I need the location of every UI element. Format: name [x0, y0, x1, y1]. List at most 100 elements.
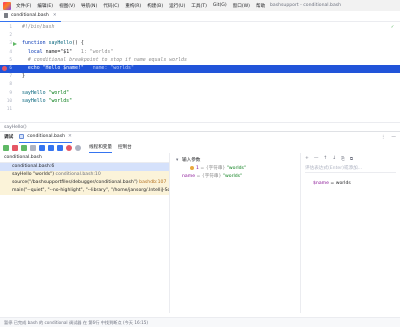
- pause-icon[interactable]: [30, 144, 36, 151]
- code-token: }: [22, 73, 25, 80]
- watch-row[interactable]: $name = worlds: [313, 181, 400, 186]
- inline-value-hint: 1: "worlds": [80, 48, 114, 55]
- main-menu: 文件(F) 编辑(E) 视图(V) 导航(N) 代码(C) 重构(R) 构建(B) 运行(U)…: [16, 3, 265, 9]
- code-editor[interactable]: ✓ 1 #!/bin/bash 2 3 function sayHello() {4 l…: [0, 22, 400, 122]
- menu-item-1[interactable]: 编辑(E): [37, 3, 53, 9]
- breadcrumb[interactable]: sayHello(): [0, 122, 400, 131]
- variable-value: "worlds": [222, 174, 243, 179]
- close-session-icon[interactable]: ✕: [68, 134, 72, 139]
- watches-tool-1[interactable]: —: [314, 156, 319, 162]
- view-breakpoints-icon[interactable]: [66, 144, 72, 151]
- code-text: function sayHello() {: [22, 40, 84, 48]
- menu-item-10[interactable]: 窗口(W): [233, 3, 250, 9]
- debug-session-tab[interactable]: conditional.bash ✕: [19, 132, 72, 143]
- watches-tool-2[interactable]: ↑: [323, 156, 327, 162]
- line-number[interactable]: 10: [0, 98, 12, 106]
- variable-value: "worlds": [226, 166, 247, 171]
- close-tab-icon[interactable]: ✕: [53, 13, 57, 18]
- tab-console[interactable]: 控制台: [118, 142, 132, 153]
- variable-icon: [190, 165, 194, 170]
- code-line: 10 sayHello "worlds": [0, 98, 400, 106]
- editor-tab-bar: conditional.bash ✕: [0, 11, 400, 22]
- editor-tab[interactable]: conditional.bash ✕: [0, 11, 61, 22]
- stack-frame[interactable]: sayHello "worlds") conditional.bash:10: [0, 171, 169, 179]
- code-text: }: [22, 73, 25, 81]
- variable-row[interactable]: ▾ 输入参数: [170, 157, 300, 165]
- line-number[interactable]: 4: [0, 49, 12, 57]
- code-line: 6 echo "Hello $name!" name: "worlds": [0, 65, 400, 73]
- line-number[interactable]: 1: [0, 24, 12, 32]
- menu-item-5[interactable]: 重构(R): [125, 3, 141, 9]
- line-number[interactable]: 2: [0, 32, 12, 40]
- frame-location: conditional.bash:10: [54, 172, 101, 177]
- thread-selector[interactable]: conditional.bash: [0, 153, 169, 163]
- line-number[interactable]: 11: [0, 106, 12, 114]
- frame-name: conditional.bash:6: [12, 164, 55, 169]
- code-line: 9 sayHello "world": [0, 90, 400, 98]
- code-text: local name="$1" 1: "worlds": [22, 49, 113, 57]
- line-number[interactable]: 8: [0, 81, 12, 89]
- watches-tool-4[interactable]: ⎘: [341, 156, 345, 162]
- rerun-icon[interactable]: [3, 144, 9, 151]
- variable-row[interactable]: 1 = {字符串} "worlds": [170, 165, 300, 173]
- mute-breakpoints-icon[interactable]: [75, 144, 81, 151]
- resume-icon[interactable]: [21, 144, 27, 151]
- bash-file-icon: [4, 13, 8, 18]
- watches-tool-0[interactable]: +: [305, 156, 309, 162]
- title-bar: 文件(F) 编辑(E) 视图(V) 导航(N) 代码(C) 重构(R) 构建(B) 运行(U)…: [0, 0, 400, 11]
- line-number[interactable]: 3: [0, 40, 12, 48]
- code-text: sayHello "world": [22, 90, 69, 98]
- watch-value: = worlds: [328, 181, 351, 186]
- debug-tool-window-header: 调试 conditional.bash ✕ ⋮ —: [0, 131, 400, 143]
- step-out-icon[interactable]: [57, 144, 63, 151]
- line-number[interactable]: 5: [0, 57, 12, 65]
- menu-item-6[interactable]: 构建(B): [147, 3, 163, 9]
- debug-session-label: conditional.bash: [27, 134, 66, 139]
- menu-item-11[interactable]: 帮助: [256, 3, 265, 9]
- step-over-icon[interactable]: [39, 144, 45, 151]
- variable-list: ▾ 输入参数 1 = {字符串} "worlds" name = {字符串} "wor…: [170, 153, 300, 181]
- inline-value-hint: name: "worlds": [92, 65, 134, 71]
- code-line: 8: [0, 81, 400, 89]
- menu-item-3[interactable]: 导航(N): [81, 3, 97, 9]
- code-token: name="$1": [45, 48, 73, 55]
- editor-tab-label: conditional.bash: [11, 13, 49, 18]
- stack-frame[interactable]: main("--quiet", "--no-highlight", "--lib…: [0, 187, 169, 195]
- run-gutter-icon[interactable]: [13, 41, 17, 46]
- watches-toolbar: + — ↑ ↓ ⎘ ⧉: [301, 153, 400, 165]
- step-into-icon[interactable]: [48, 144, 54, 151]
- code-line: 4 local name="$1" 1: "worlds": [0, 49, 400, 57]
- frame-name: main("--quiet", "--no-highlight", "--lib…: [12, 188, 169, 193]
- menu-item-7[interactable]: 运行(U): [169, 3, 185, 9]
- menu-item-0[interactable]: 文件(F): [16, 3, 31, 9]
- function-name: sayHello: [48, 40, 73, 47]
- menu-item-8[interactable]: 工具(T): [191, 3, 207, 9]
- stack-frame[interactable]: source("/bashsupportfiles/debugger/condi…: [0, 179, 169, 187]
- tab-threads-variables[interactable]: 线程和变量: [89, 142, 112, 153]
- menu-item-4[interactable]: 代码(C): [103, 3, 119, 9]
- frame-name: source("/bashsupportfiles/debugger/condi…: [12, 180, 138, 185]
- evaluate-expression-input[interactable]: 评估表达式(Enter)或添加...: [305, 165, 396, 173]
- line-number[interactable]: 9: [0, 90, 12, 98]
- line-number[interactable]: 7: [0, 73, 12, 81]
- code-line: 2: [0, 32, 400, 40]
- variable-type: = {字符串}: [195, 174, 223, 179]
- watches-tool-3[interactable]: ↓: [332, 156, 336, 162]
- string-argument: "worlds": [48, 97, 73, 104]
- more-options-icon[interactable]: ⋮: [381, 135, 386, 140]
- function-call: sayHello: [22, 89, 46, 96]
- menu-item-2[interactable]: 视图(V): [59, 3, 75, 9]
- stack-frame[interactable]: conditional.bash:6: [0, 163, 169, 171]
- code-text: # conditional breakpoint to stop if name…: [22, 57, 187, 65]
- code-token: echo "Hello $name!": [27, 65, 84, 71]
- code-line: 3 function sayHello() {: [0, 40, 400, 48]
- debug-session-icon: [19, 134, 25, 139]
- stop-icon[interactable]: [12, 144, 18, 151]
- string-argument: "world": [48, 89, 70, 96]
- variable-row[interactable]: name = {字符串} "worlds": [170, 173, 300, 181]
- variable-name: name: [182, 174, 196, 179]
- minimize-icon[interactable]: —: [391, 135, 396, 140]
- ide-window: 文件(F) 编辑(E) 视图(V) 导航(N) 代码(C) 重构(R) 构建(B) 运行(U)…: [0, 0, 400, 327]
- watches-tool-5[interactable]: ⧉: [350, 156, 353, 162]
- menu-item-9[interactable]: Git(G): [213, 3, 227, 9]
